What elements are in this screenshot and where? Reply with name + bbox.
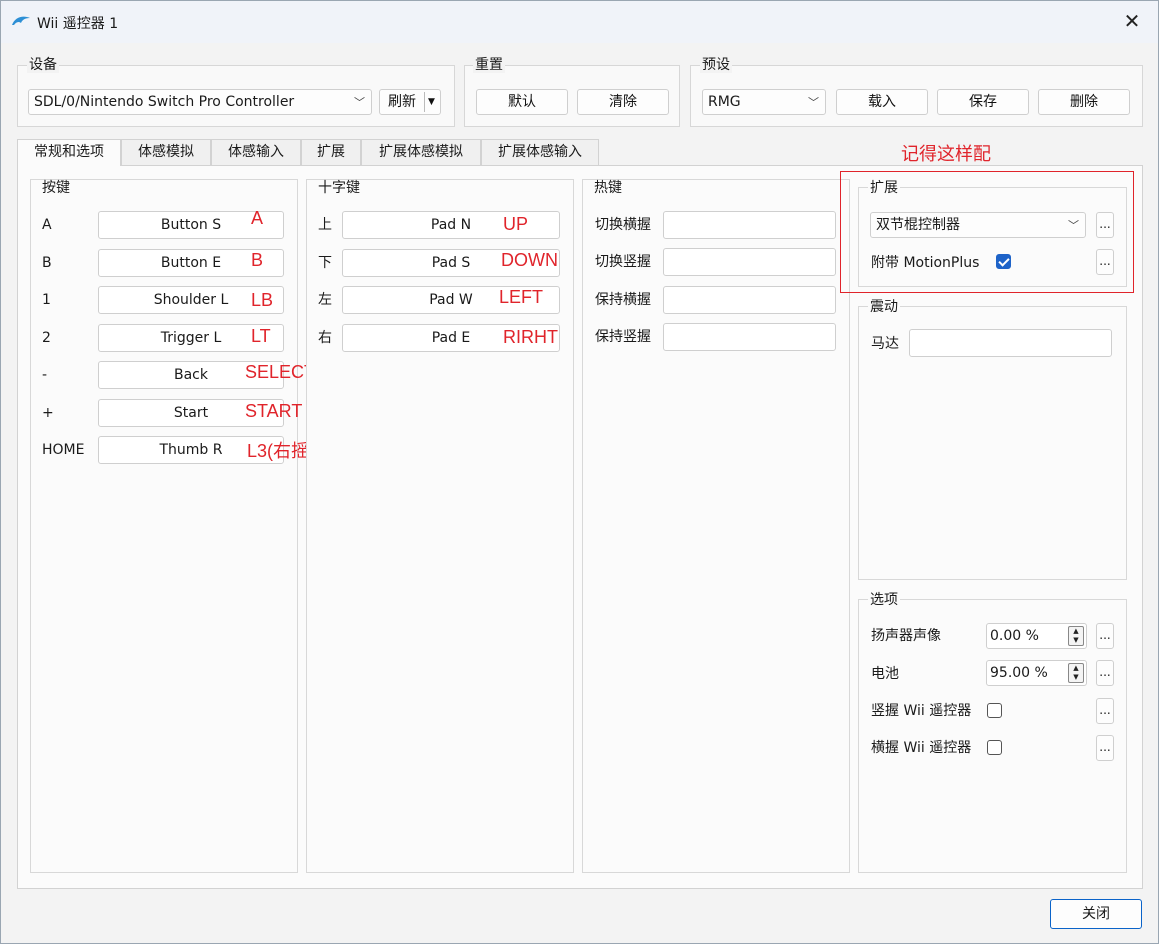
tab-extension-motion-simulation[interactable]: 扩展体感模拟 [361,139,481,165]
hotkey-mapping-field[interactable] [663,211,836,239]
mapping-note: DOWN [501,250,558,270]
buttons-group-label: 按键 [40,180,72,196]
dpad-key-label: 右 [318,330,332,346]
button-key-label: B [42,255,52,271]
button-key-label: - [42,367,48,383]
hotkey-label: 保持横握 [595,292,651,308]
delete-button[interactable]: 删除 [1038,89,1130,115]
button-key-label: + [42,405,54,421]
device-select-value: SDL/0/Nintendo Switch Pro Controller [34,94,295,110]
options-group-label: 选项 [868,592,900,608]
dropdown-arrow-icon[interactable]: ▼ [428,90,435,114]
reset-group-label: 重置 [473,57,505,73]
refresh-button[interactable]: 刷新 ▼ [379,89,441,115]
close-icon[interactable]: ✕ [1120,9,1144,33]
annotation-note: 记得这样配 [901,144,991,164]
save-button[interactable]: 保存 [937,89,1029,115]
dpad-group-label: 十字键 [316,180,362,196]
hotkey-label: 保持竖握 [595,329,651,345]
clear-button[interactable]: 清除 [577,89,669,115]
mapping-note: UP [503,214,529,234]
button-key-label: 1 [42,292,51,308]
button-key-label: 2 [42,330,51,346]
upright-label: 竖握 Wii 遥控器 [871,703,972,719]
mapping-note: START [245,401,303,421]
motor-mapping-field[interactable] [909,329,1112,357]
mapping-note: B [251,250,264,270]
mapping-note: SELECT [245,362,316,382]
hotkey-mapping-field[interactable] [663,323,836,351]
speaker-pan-spinbox[interactable]: 0.00 % ▲ ▼ [986,623,1087,649]
preset-select-value: RMG [708,94,741,110]
annotation-highlight-frame [840,171,1134,293]
battery-value: 95.00 % [990,665,1048,681]
sideways-checkbox[interactable] [987,740,1002,755]
tab-motion-input[interactable]: 体感输入 [211,139,301,165]
tab-extension-motion-input[interactable]: 扩展体感输入 [481,139,599,165]
spin-arrows-icon[interactable]: ▲ ▼ [1068,626,1084,646]
upright-checkbox[interactable] [987,703,1002,718]
battery-spinbox[interactable]: 95.00 % ▲ ▼ [986,660,1087,686]
mapping-note: LB [251,290,274,310]
wii-remote-dialog: Wii 遥控器 1 ✕ 设备 SDL/0/Nintendo Switch Pro… [0,0,1159,944]
tab-extension[interactable]: 扩展 [301,139,361,165]
spin-arrows-icon[interactable]: ▲ ▼ [1068,663,1084,683]
battery-more-button[interactable]: ... [1096,660,1114,686]
sideways-more-button[interactable]: ... [1096,735,1114,761]
motor-label: 马达 [871,336,899,352]
mapping-note: A [251,208,264,228]
dpad-key-label: 左 [318,292,332,308]
default-button[interactable]: 默认 [476,89,568,115]
hotkey-label: 切换横握 [595,217,651,233]
rumble-group-label: 震动 [868,299,900,315]
dolphin-icon [12,16,30,25]
speaker-pan-value: 0.00 % [990,628,1039,644]
speaker-more-button[interactable]: ... [1096,623,1114,649]
device-select[interactable]: SDL/0/Nintendo Switch Pro Controller ﹀ [28,89,372,115]
preset-group-label: 预设 [700,57,732,73]
refresh-button-label: 刷新 [388,94,416,110]
mapping-note: RIRHT [503,327,558,347]
title-bar: Wii 遥控器 1 ✕ [1,1,1158,43]
preset-select[interactable]: RMG ﹀ [702,89,826,115]
button-key-label: HOME [42,442,85,458]
hotkey-mapping-field[interactable] [663,286,836,314]
device-group-label: 设备 [27,57,59,73]
chevron-down-icon: ﹀ [354,96,365,109]
load-button[interactable]: 载入 [836,89,928,115]
speaker-pan-label: 扬声器声像 [871,628,941,644]
dpad-group [306,179,574,873]
hotkey-mapping-field[interactable] [663,248,836,276]
tab-general-options[interactable]: 常规和选项 [17,139,121,166]
dpad-key-label: 上 [318,217,332,233]
window-title: Wii 遥控器 1 [37,16,119,32]
battery-label: 电池 [871,666,899,682]
hotkeys-group [582,179,850,873]
hotkey-label: 切换竖握 [595,254,651,270]
chevron-down-icon: ﹀ [808,96,819,109]
upright-more-button[interactable]: ... [1096,698,1114,724]
button-key-label: A [42,217,52,233]
sideways-label: 横握 Wii 遥控器 [871,740,972,756]
tab-motion-simulation[interactable]: 体感模拟 [121,139,211,165]
buttons-group [30,179,298,873]
mapping-note: LEFT [499,287,544,307]
mapping-note: LT [251,326,271,346]
dpad-key-label: 下 [318,255,332,271]
close-button[interactable]: 关闭 [1050,899,1142,929]
hotkeys-group-label: 热键 [592,180,624,196]
